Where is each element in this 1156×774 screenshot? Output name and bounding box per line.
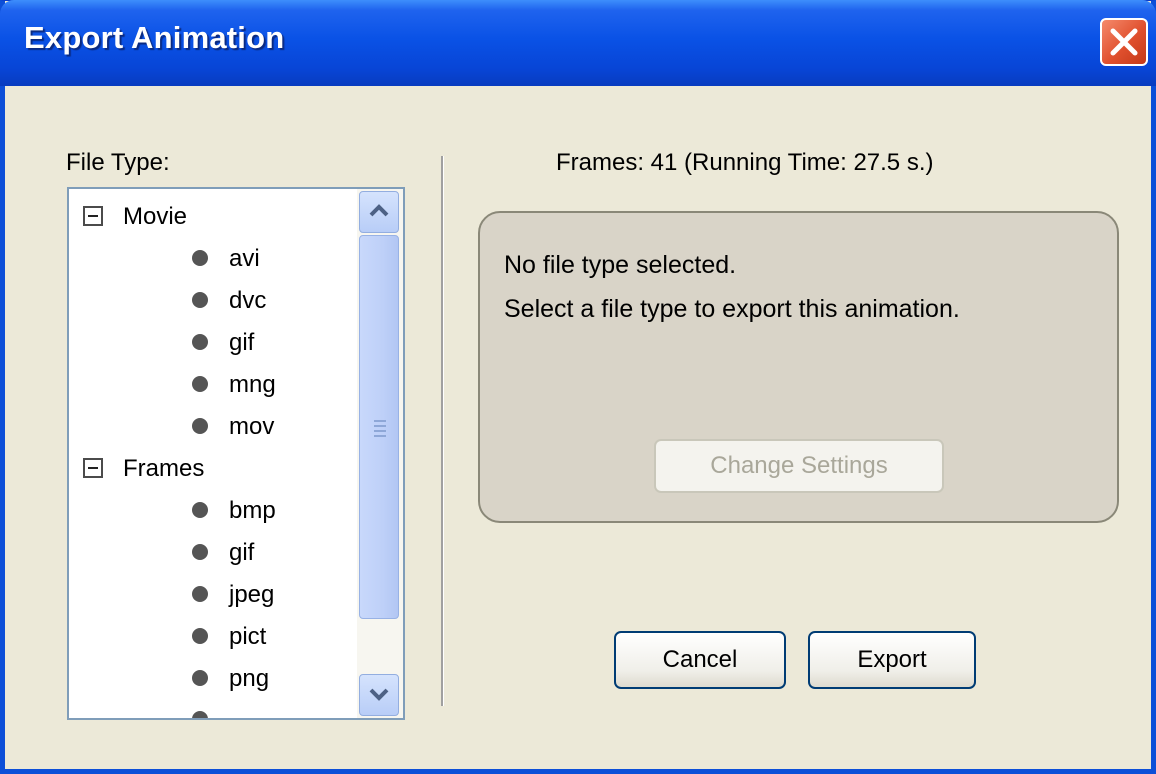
bullet-icon	[192, 586, 208, 602]
file-type-label: File Type:	[66, 149, 170, 176]
settings-panel: No file type selected. Select a file typ…	[478, 211, 1119, 523]
scroll-up-button[interactable]	[359, 191, 399, 233]
tree-item-gif[interactable]: gif	[229, 329, 254, 357]
bullet-icon	[192, 376, 208, 392]
frames-info: Frames: 41 (Running Time: 27.5 s.)	[556, 149, 934, 176]
message-line-2: Select a file type to export this animat…	[504, 295, 960, 323]
tree-item-bmp[interactable]: bmp	[229, 497, 276, 525]
collapse-toggle-icon[interactable]	[83, 206, 103, 226]
collapse-toggle-icon[interactable]	[83, 458, 103, 478]
change-settings-button[interactable]: Change Settings	[654, 439, 944, 493]
bullet-icon	[192, 292, 208, 308]
grip-line	[374, 430, 386, 432]
settings-message: No file type selected. Select a file typ…	[504, 243, 964, 331]
file-type-tree[interactable]: Movie avi dvc gif mng mov Frames bmp gif…	[67, 187, 405, 720]
tree-group-frames[interactable]: Frames	[123, 455, 204, 483]
close-icon	[1110, 28, 1138, 56]
cancel-button[interactable]: Cancel	[614, 631, 786, 689]
bullet-icon	[192, 711, 208, 718]
title-bar[interactable]: Export Animation	[0, 0, 1156, 86]
tree-item-mov[interactable]: mov	[229, 413, 274, 441]
tree-item-jpeg[interactable]: jpeg	[229, 581, 274, 609]
scroll-thumb[interactable]	[359, 235, 399, 619]
vertical-scrollbar[interactable]	[357, 189, 403, 718]
bullet-icon	[192, 418, 208, 434]
vertical-divider	[441, 156, 444, 706]
bullet-icon	[192, 250, 208, 266]
grip-line	[374, 435, 386, 437]
tree-item-mng[interactable]: mng	[229, 371, 276, 399]
chevron-down-icon	[369, 688, 389, 701]
bullet-icon	[192, 628, 208, 644]
tree-item-pict[interactable]: pict	[229, 623, 266, 651]
bullet-icon	[192, 670, 208, 686]
bullet-icon	[192, 502, 208, 518]
tree-group-movie[interactable]: Movie	[123, 203, 187, 231]
message-line-1: No file type selected.	[504, 251, 737, 279]
export-button[interactable]: Export	[808, 631, 976, 689]
tree-item-dvc[interactable]: dvc	[229, 287, 266, 315]
close-button[interactable]	[1100, 18, 1148, 66]
grip-line	[374, 420, 386, 422]
tree-item-avi[interactable]: avi	[229, 245, 260, 273]
bullet-icon	[192, 334, 208, 350]
export-animation-dialog: Export Animation File Type: Movie avi dv…	[0, 0, 1156, 774]
tree-item-png[interactable]: png	[229, 665, 269, 693]
grip-line	[374, 425, 386, 427]
chevron-up-icon	[369, 204, 389, 217]
scroll-down-button[interactable]	[359, 674, 399, 716]
dialog-title: Export Animation	[24, 20, 285, 55]
bullet-icon	[192, 544, 208, 560]
tree-item-gif[interactable]: gif	[229, 539, 254, 567]
